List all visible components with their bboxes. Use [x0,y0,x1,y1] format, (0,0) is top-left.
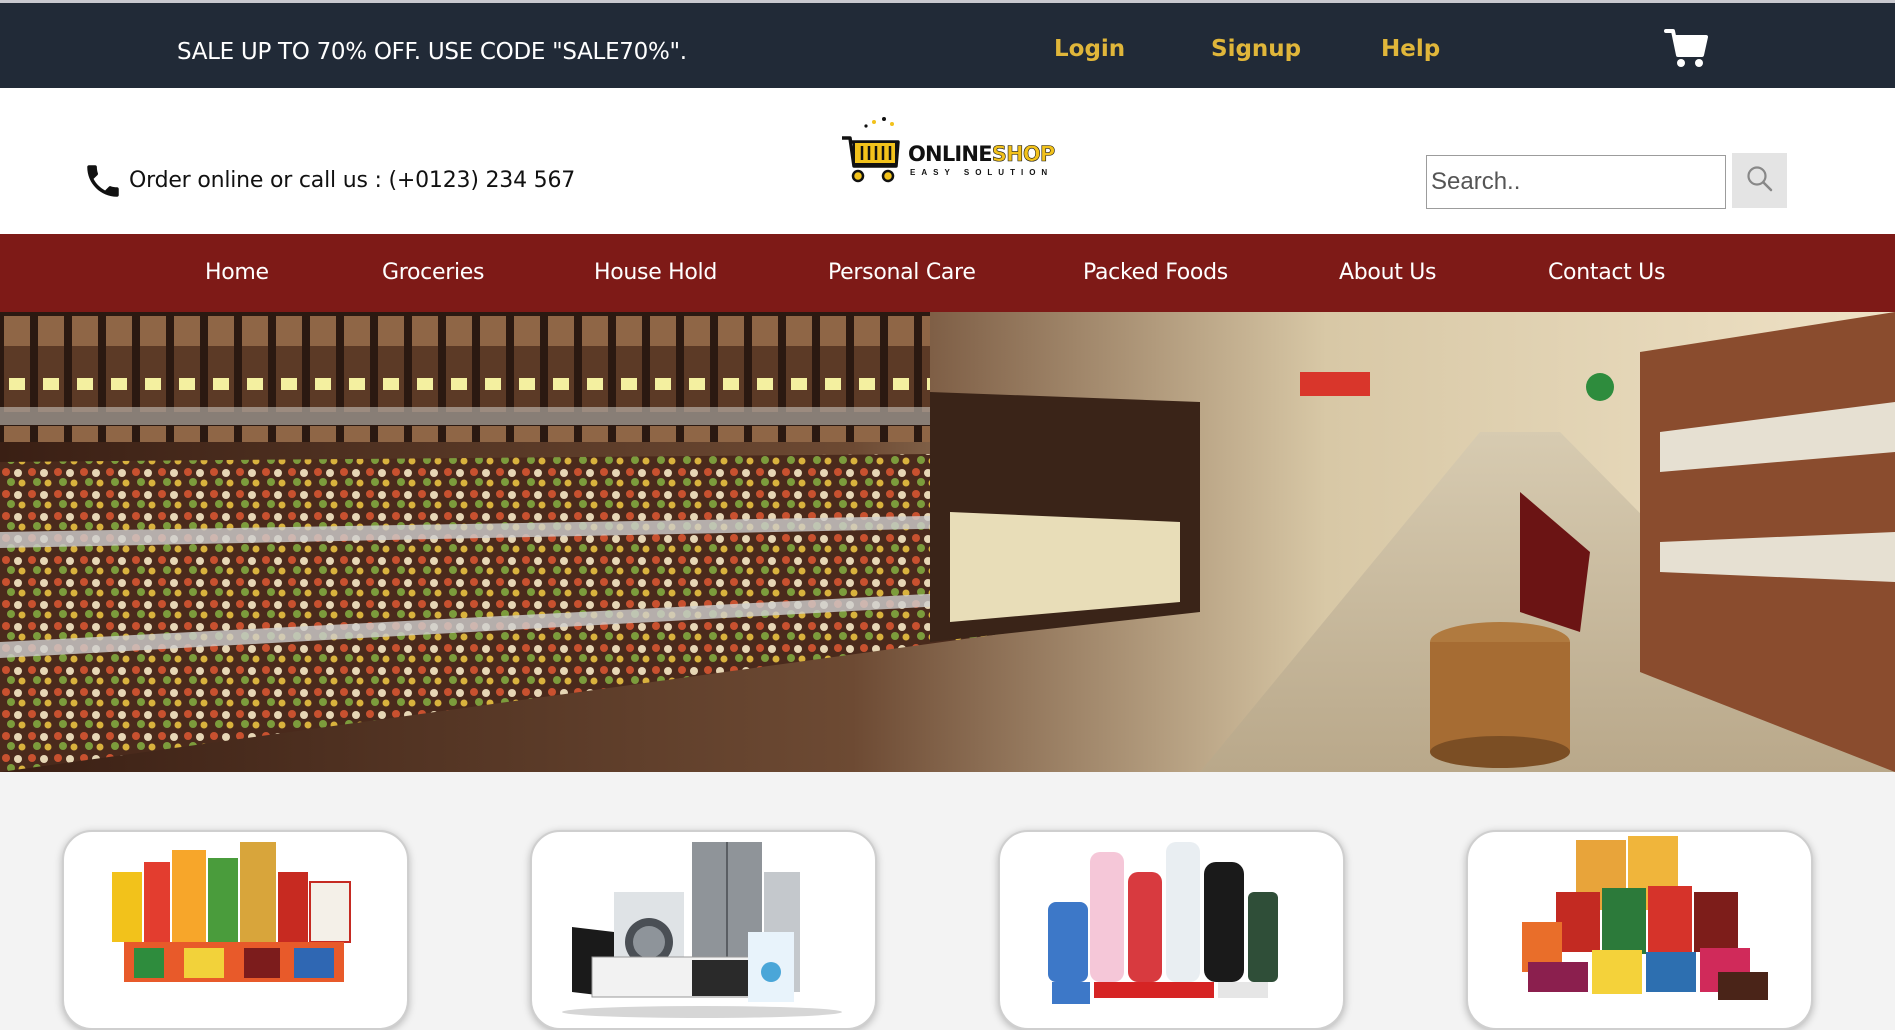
shopping-cart-icon[interactable] [1664,27,1708,69]
category-card-personal-care[interactable] [998,830,1345,1030]
site-logo[interactable]: ONLINESHOP EASY SOLUTION [838,116,1058,188]
category-card-household[interactable] [530,830,877,1030]
promo-text: SALE UP TO 70% OFF. USE CODE "SALE70%". [177,39,687,65]
supermarket-aisle-image [0,312,1895,772]
logo-tagline: EASY SOLUTION [910,168,1054,177]
logo-word-shop: SHOP [991,142,1055,167]
search-button[interactable] [1732,153,1787,208]
main-navigation: Home Groceries House Hold Personal Care … [0,234,1895,312]
promo-bar: SALE UP TO 70% OFF. USE CODE "SALE70%". … [0,0,1895,88]
packed-foods-image [1522,836,1768,1000]
site-header: Order online or call us : (+0123) 234 56… [0,88,1895,234]
logo-cart-icon [842,117,900,183]
logo-word-online: ONLINE [908,142,993,166]
personal-care-products-image [1048,842,1278,1004]
logo-wordmark: ONLINESHOP [908,142,1056,167]
help-link[interactable]: Help [1381,36,1440,62]
signup-link[interactable]: Signup [1211,36,1301,62]
nav-item-about-us[interactable]: About Us [1339,260,1437,285]
nav-item-packed-foods[interactable]: Packed Foods [1083,260,1228,285]
nav-item-contact-us[interactable]: Contact Us [1548,260,1665,285]
nav-item-home[interactable]: Home [205,260,269,285]
nav-item-groceries[interactable]: Groceries [382,260,484,285]
search-input[interactable] [1426,155,1726,209]
household-appliances-image [562,842,842,1018]
search-icon [1746,166,1772,192]
nav-item-household[interactable]: House Hold [594,260,717,285]
nav-item-personal-care[interactable]: Personal Care [828,260,976,285]
contact-phone-text: Order online or call us : (+0123) 234 56… [129,168,576,193]
category-card-groceries[interactable] [62,830,409,1030]
category-card-packed-foods[interactable] [1466,830,1813,1030]
groceries-products-image [112,842,351,982]
phone-icon [87,165,119,197]
hero-store-image [0,312,1895,772]
login-link[interactable]: Login [1054,36,1125,62]
